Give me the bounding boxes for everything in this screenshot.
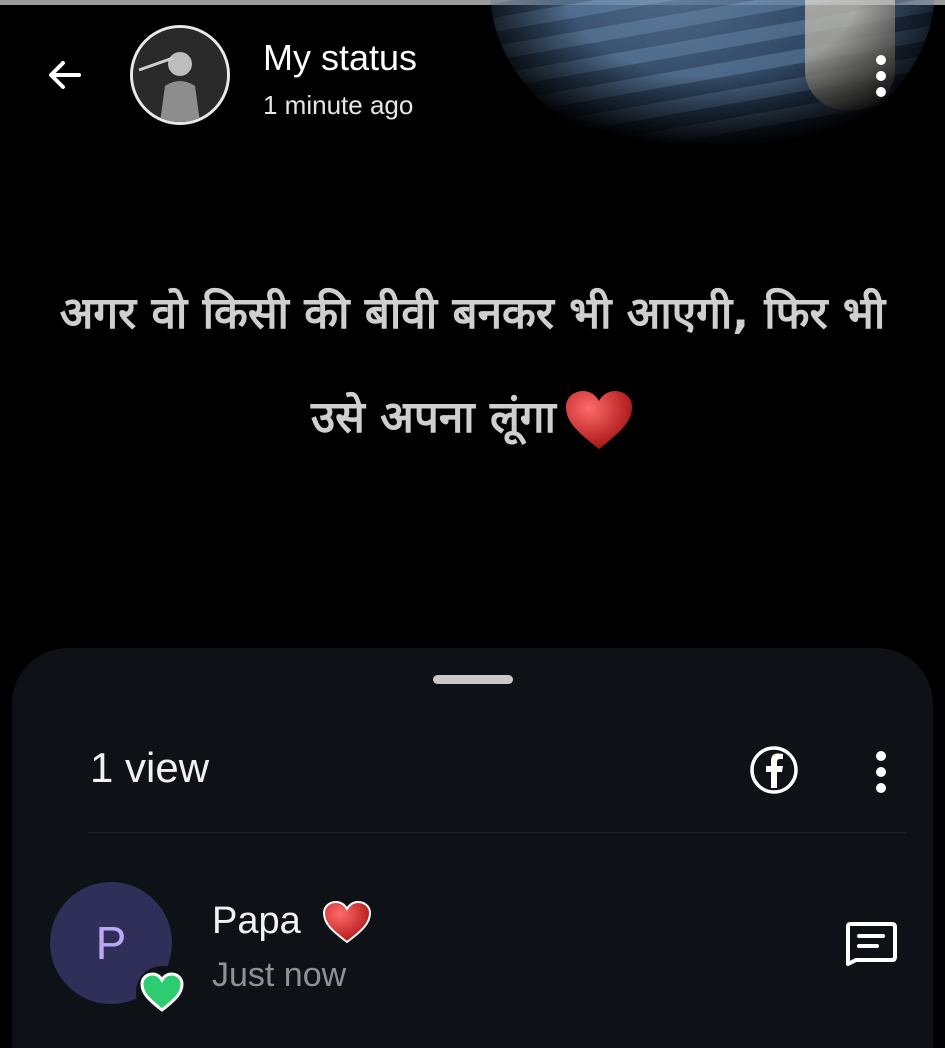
reply-message-button[interactable] <box>844 920 898 966</box>
more-vertical-icon <box>876 55 886 97</box>
status-timestamp: 1 minute ago <box>263 90 414 120</box>
heart-icon <box>322 900 372 944</box>
viewer-name: Papa <box>212 900 301 942</box>
facebook-icon <box>750 746 798 794</box>
viewer-initial: P <box>95 917 127 969</box>
viewer-time: Just now <box>212 956 347 994</box>
reaction-badge <box>136 966 188 1018</box>
message-icon <box>846 922 897 966</box>
heart-icon <box>565 391 632 449</box>
sheet-drag-handle[interactable] <box>433 675 513 684</box>
back-button[interactable] <box>40 50 90 100</box>
profile-avatar[interactable] <box>130 25 230 125</box>
avatar-photo <box>133 28 227 122</box>
status-text: अगर वो किसी की बीवी बनकर भी आएगी, फिर भी… <box>59 288 886 443</box>
viewer-row[interactable]: P Papa Just now <box>12 860 933 1031</box>
status-text-content: अगर वो किसी की बीवी बनकर भी आएगी, फिर भी… <box>40 262 905 470</box>
share-facebook-button[interactable] <box>748 744 800 796</box>
status-menu-button[interactable] <box>858 48 904 104</box>
arrow-left-icon <box>49 61 81 89</box>
sheet-menu-button[interactable] <box>858 744 904 800</box>
heart-icon <box>140 972 184 1012</box>
divider <box>88 832 905 833</box>
status-owner-name: My status <box>263 37 418 78</box>
more-vertical-icon <box>876 751 886 793</box>
view-count: 1 view <box>90 744 210 791</box>
